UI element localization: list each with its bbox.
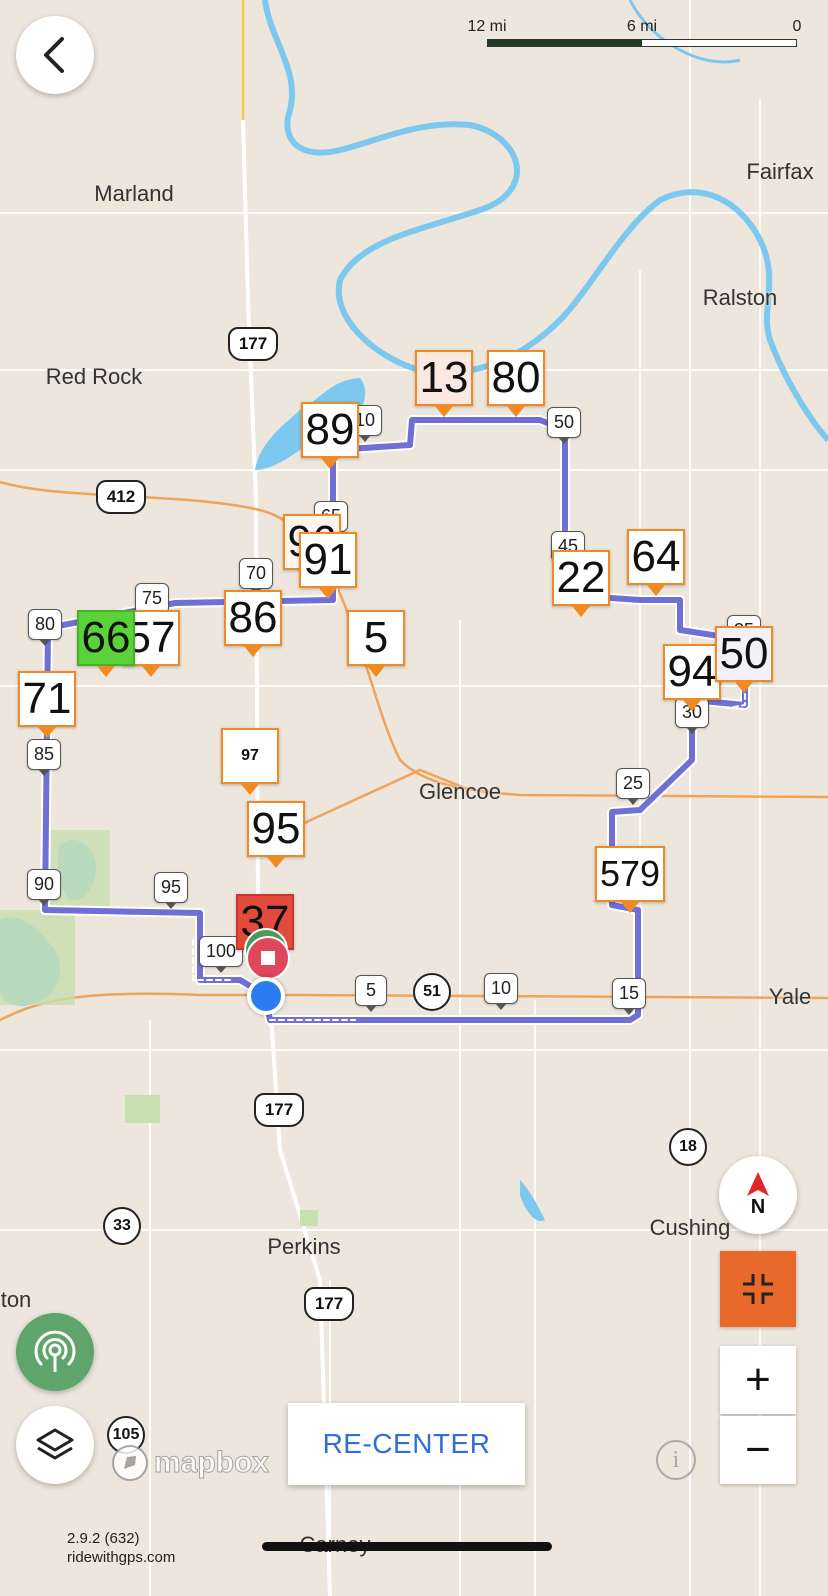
mapbox-wordmark: mapbox — [153, 1446, 270, 1480]
compass-arrow-icon — [747, 1171, 769, 1196]
mile-marker[interactable]: 80 — [27, 609, 63, 640]
site-attribution: ridewithgps.com — [67, 1549, 176, 1566]
compass-label: N — [750, 1195, 766, 1218]
sh-51-shield: 51 — [413, 973, 451, 1011]
info-button[interactable]: i — [656, 1440, 696, 1480]
info-icon: i — [672, 1446, 680, 1473]
current-location-dot — [247, 977, 285, 1015]
scale-label: 6 mi — [626, 18, 658, 35]
minus-icon: − — [745, 1425, 771, 1474]
collapse-icon — [743, 1274, 773, 1304]
end-marker[interactable] — [246, 936, 290, 980]
place-red-rock: Red Rock — [45, 364, 143, 389]
mile-marker[interactable]: 85 — [26, 739, 62, 770]
us-412-shield: 412 — [96, 480, 146, 514]
app-version: 2.9.2 (632) — [67, 1530, 140, 1547]
us-177-shield: 177 — [304, 1287, 354, 1321]
poi-marker[interactable]: 66 — [77, 610, 135, 666]
poi-marker[interactable]: 64 — [627, 529, 685, 585]
mile-marker[interactable]: 70 — [238, 558, 274, 589]
mile-marker[interactable]: 90 — [26, 869, 62, 900]
scale-fill — [488, 40, 642, 46]
poi-marker[interactable]: 89 — [301, 402, 359, 458]
poi-marker[interactable]: 94 — [663, 644, 721, 700]
sh-33-shield: 33 — [103, 1207, 141, 1245]
poi-marker[interactable]: 22 — [552, 550, 610, 606]
mile-marker[interactable]: 95 — [153, 872, 189, 903]
us-177-shield: 177 — [254, 1093, 304, 1127]
poi-marker[interactable]: 80 — [487, 350, 545, 406]
poi-marker[interactable]: 97 — [221, 728, 279, 784]
place-perkins: Perkins — [267, 1234, 341, 1259]
chevron-left-icon — [44, 37, 64, 73]
zoom-out-button[interactable]: − — [720, 1416, 796, 1484]
scale-track — [487, 39, 797, 47]
compass-button[interactable]: N — [719, 1156, 797, 1234]
poi-marker[interactable]: 579 — [595, 846, 665, 902]
place-ralston: Ralston — [702, 285, 778, 310]
mile-marker[interactable]: 5 — [355, 975, 387, 1006]
scale-label: 0 — [792, 18, 802, 35]
layers-icon — [36, 1428, 74, 1460]
us-177-shield: 177 — [228, 327, 278, 361]
mile-marker[interactable]: 25 — [615, 768, 651, 799]
mile-marker[interactable]: 10 — [483, 973, 519, 1004]
plus-icon: + — [745, 1355, 771, 1404]
mapbox-logo[interactable]: mapbox — [110, 1443, 270, 1483]
recenter-button[interactable]: RE-CENTER — [288, 1403, 525, 1485]
place-yale: Yale — [768, 984, 812, 1009]
live-tracking-button[interactable] — [16, 1313, 94, 1391]
poi-marker[interactable]: 13 — [415, 350, 473, 406]
place-marland: Marland — [94, 181, 174, 206]
scale-label: 12 mi — [467, 18, 507, 35]
poi-marker[interactable]: 86 — [224, 590, 282, 646]
home-indicator — [262, 1542, 552, 1551]
mapbox-icon — [112, 1445, 148, 1481]
exit-fullscreen-button[interactable] — [720, 1251, 796, 1327]
stop-icon — [261, 951, 275, 965]
poi-marker[interactable]: 5 — [347, 610, 405, 666]
sh-18-shield: 18 — [669, 1128, 707, 1166]
place-fairfax: Fairfax — [746, 159, 814, 184]
zoom-in-button[interactable]: + — [720, 1346, 796, 1414]
mile-marker[interactable]: 15 — [611, 978, 647, 1009]
place-glencoe: Glencoe — [419, 779, 501, 804]
map-canvas[interactable] — [0, 0, 828, 1596]
back-button[interactable] — [16, 16, 94, 94]
place-cushing: Cushing — [649, 1215, 731, 1240]
poi-marker[interactable]: 91 — [299, 532, 357, 588]
mile-marker[interactable]: 50 — [546, 407, 582, 438]
layers-button[interactable] — [16, 1406, 94, 1484]
place-partial-ton: ton — [0, 1287, 32, 1312]
poi-marker[interactable]: 50 — [715, 626, 773, 682]
poi-marker[interactable]: 95 — [247, 801, 305, 857]
broadcast-icon — [34, 1330, 76, 1372]
poi-marker[interactable]: 71 — [18, 671, 76, 727]
